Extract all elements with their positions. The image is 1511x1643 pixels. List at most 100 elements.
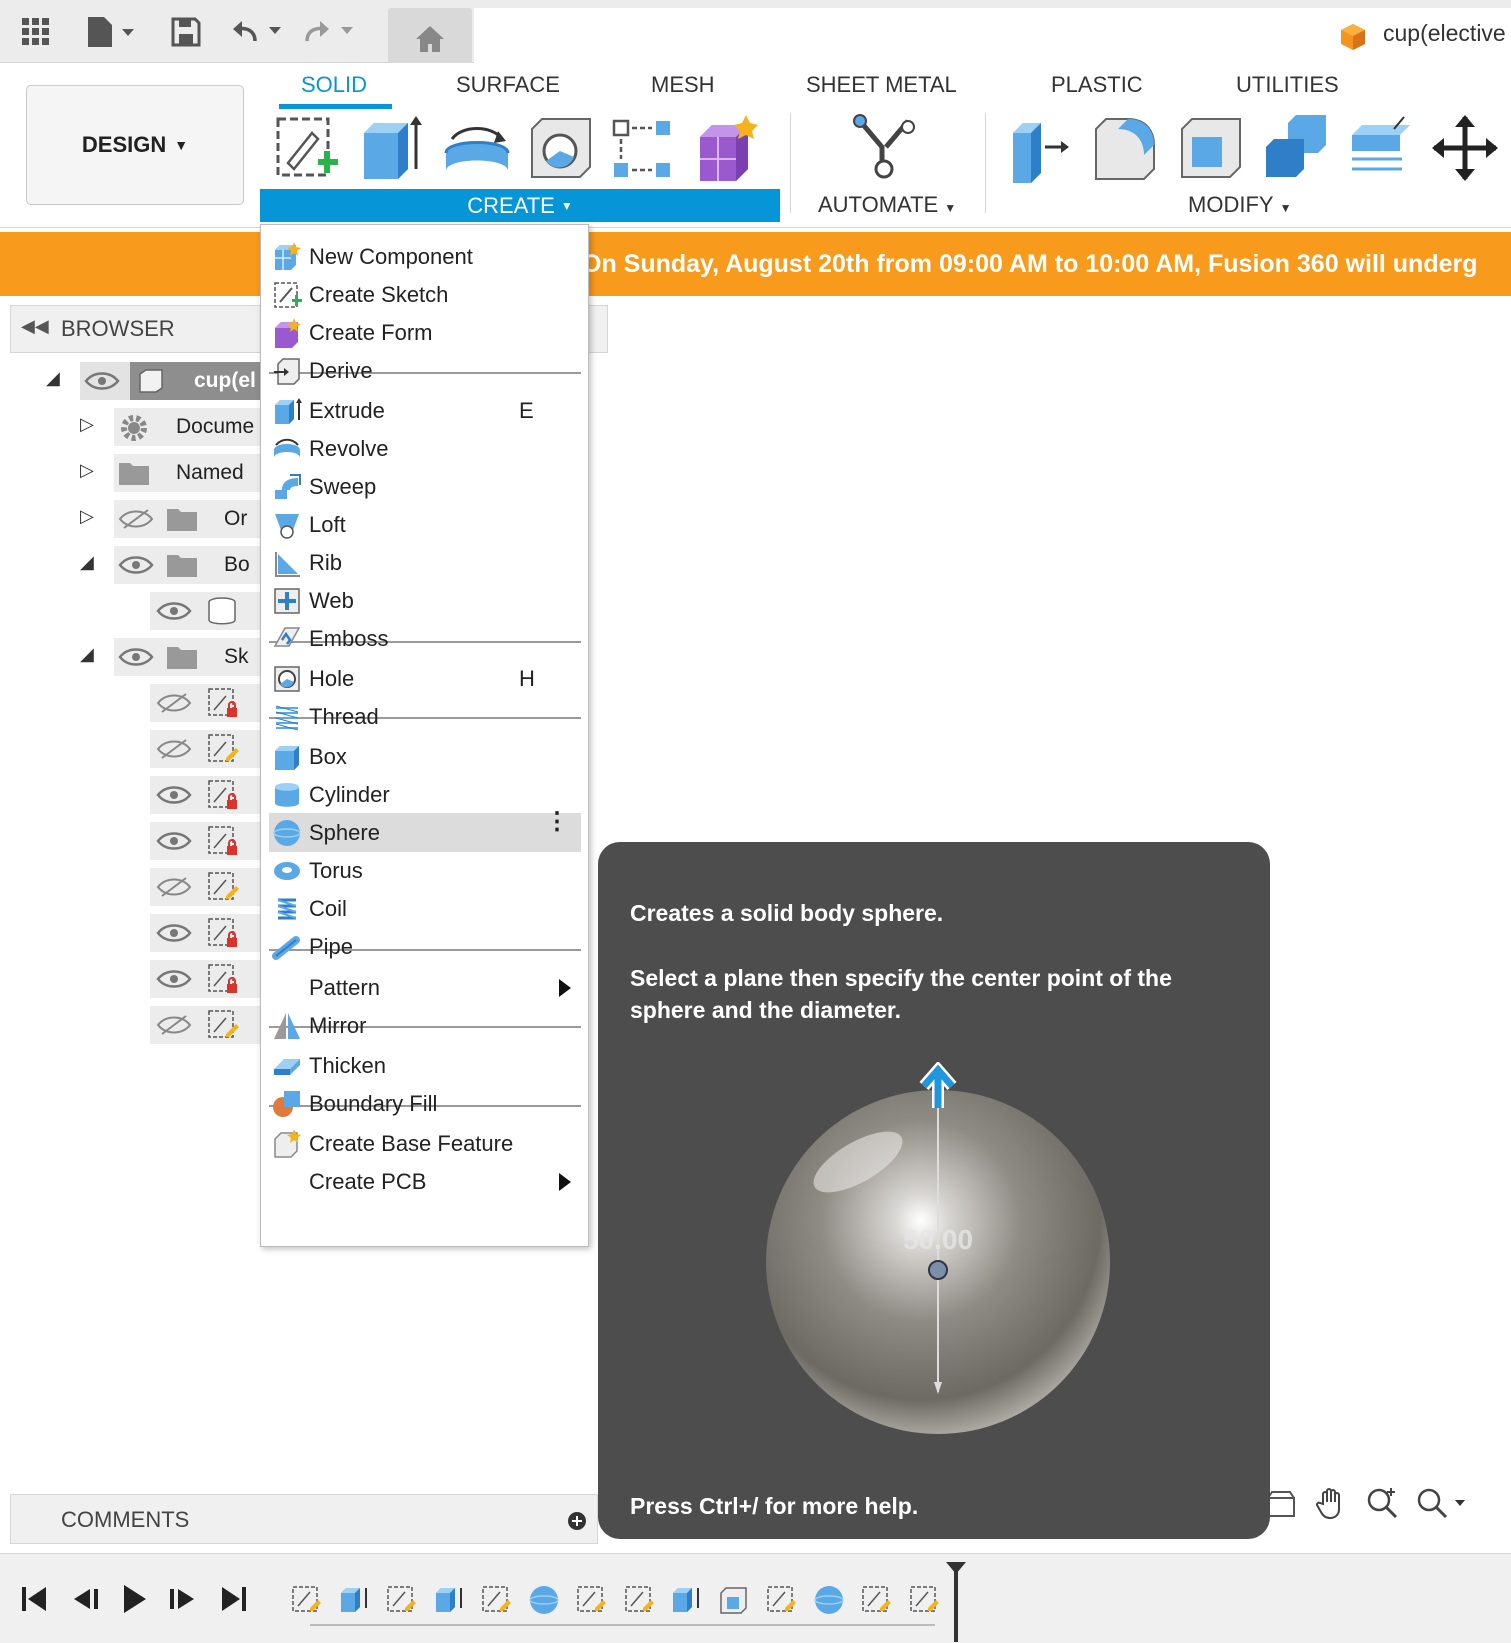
collapsed-triangle-icon[interactable]: ▷ (80, 506, 94, 527)
timeline-extrude-icon[interactable] (338, 1584, 370, 1616)
timeline-sketch-icon[interactable] (480, 1584, 512, 1616)
timeline-sketch-icon[interactable] (385, 1584, 417, 1616)
menu-item-web[interactable]: Web (269, 581, 581, 620)
collapsed-triangle-icon[interactable]: ▷ (80, 414, 94, 435)
tab-surface[interactable]: SURFACE (456, 72, 560, 98)
eye-icon[interactable] (84, 370, 120, 392)
browser-item-named-views[interactable]: ▷ Named (80, 454, 260, 492)
menu-item-sphere[interactable]: Sphere ⋮ (269, 810, 581, 852)
browser-item-body1[interactable] (150, 592, 260, 630)
create-menu-button[interactable]: CREATE ▼ (260, 189, 780, 222)
browser-item-sketch[interactable] (150, 960, 260, 998)
expanded-triangle-icon[interactable]: ◢ (46, 368, 60, 389)
browser-item-origin[interactable]: ▷ Or (80, 500, 260, 538)
timeline-sketch-icon[interactable] (623, 1584, 655, 1616)
comments-panel[interactable]: COMMENTS (10, 1494, 598, 1544)
menu-item-create-form[interactable]: Create Form (269, 313, 581, 352)
menu-item-rib[interactable]: Rib (269, 543, 581, 582)
menu-item-pipe[interactable]: Pipe (269, 927, 581, 966)
timeline-sketch-icon[interactable] (860, 1584, 892, 1616)
timeline-sphere-icon[interactable] (813, 1584, 845, 1616)
press-pull-icon[interactable] (1005, 113, 1075, 183)
menu-item-emboss[interactable]: Emboss (269, 619, 581, 658)
menu-item-thread[interactable]: Thread (269, 697, 581, 736)
timeline-shell-icon[interactable] (718, 1584, 750, 1616)
move-icon[interactable] (1430, 113, 1500, 183)
add-comment-icon[interactable] (567, 1511, 587, 1531)
menu-item-loft[interactable]: Loft (269, 505, 581, 544)
undo-icon[interactable] (228, 12, 288, 52)
timeline-extrude-icon[interactable] (433, 1584, 465, 1616)
skip-to-start-icon[interactable] (20, 1584, 50, 1614)
more-options-icon[interactable]: ⋮ (545, 810, 569, 834)
zoom-window-icon[interactable] (1415, 1486, 1467, 1520)
browser-item-sketch[interactable] (150, 776, 260, 814)
fillet-icon[interactable] (1090, 113, 1160, 183)
pan-hand-icon[interactable] (1315, 1486, 1349, 1520)
workspace-switcher[interactable]: DESIGN ▼ (26, 85, 244, 205)
modify-menu-button[interactable]: MODIFY ▼ (1188, 192, 1291, 218)
menu-item-extrude[interactable]: Extrude E (269, 391, 581, 430)
browser-root-row[interactable]: ◢ cup(el (40, 362, 260, 400)
browser-item-sketch[interactable] (150, 822, 260, 860)
timeline-extrude-icon[interactable] (670, 1584, 702, 1616)
create-form-icon[interactable] (694, 113, 764, 183)
timeline-marker-icon[interactable] (944, 1562, 968, 1642)
eye-icon[interactable] (156, 968, 192, 990)
eye-icon[interactable] (118, 646, 154, 668)
menu-item-mirror[interactable]: Mirror (269, 1006, 581, 1045)
menu-item-pattern[interactable]: Pattern (269, 968, 581, 1007)
eye-hidden-icon[interactable] (156, 1014, 192, 1036)
eye-icon[interactable] (156, 784, 192, 806)
home-tab[interactable] (388, 8, 472, 63)
expanded-triangle-icon[interactable]: ◢ (80, 644, 94, 665)
play-icon[interactable] (120, 1582, 150, 1616)
expanded-triangle-icon[interactable]: ◢ (80, 552, 94, 573)
eye-hidden-icon[interactable] (118, 508, 154, 530)
step-forward-icon[interactable] (168, 1584, 198, 1614)
collapse-panel-icon[interactable]: ◀◀ (21, 316, 49, 337)
menu-item-revolve[interactable]: Revolve (269, 429, 581, 468)
browser-item-sketches[interactable]: ◢ Sk (80, 638, 260, 676)
timeline-sketch-icon[interactable] (290, 1584, 322, 1616)
shell-icon[interactable] (1176, 113, 1246, 183)
pattern-icon[interactable] (610, 113, 680, 183)
browser-item-document-settings[interactable]: ▷ Docume (80, 408, 260, 446)
menu-item-cylinder[interactable]: Cylinder (269, 775, 581, 814)
extrude-icon[interactable] (358, 113, 428, 183)
menu-item-create-pcb[interactable]: Create PCB (269, 1162, 581, 1201)
eye-icon[interactable] (118, 554, 154, 576)
menu-item-box[interactable]: Box (269, 737, 581, 776)
menu-item-coil[interactable]: Coil (269, 889, 581, 928)
tab-mesh[interactable]: MESH (651, 72, 715, 98)
tab-solid[interactable]: SOLID (301, 72, 367, 98)
automate-menu-button[interactable]: AUTOMATE ▼ (818, 192, 956, 218)
skip-to-end-icon[interactable] (218, 1584, 248, 1614)
tab-utilities[interactable]: UTILITIES (1236, 72, 1339, 98)
menu-item-sweep[interactable]: Sweep (269, 467, 581, 506)
save-icon[interactable] (166, 12, 206, 52)
offset-face-icon[interactable] (1346, 113, 1416, 183)
tab-sheet-metal[interactable]: SHEET METAL (806, 72, 957, 98)
redo-icon[interactable] (300, 12, 360, 52)
eye-icon[interactable] (156, 830, 192, 852)
browser-item-sketch[interactable] (150, 914, 260, 952)
eye-hidden-icon[interactable] (156, 692, 192, 714)
combine-icon[interactable] (1262, 113, 1332, 183)
menu-item-torus[interactable]: Torus (269, 851, 581, 890)
browser-item-sketch[interactable] (150, 730, 260, 768)
timeline-sketch-icon[interactable] (765, 1584, 797, 1616)
menu-item-create-base-feature[interactable]: Create Base Feature (269, 1124, 581, 1163)
automate-icon[interactable] (850, 113, 920, 183)
timeline-sphere-icon[interactable] (528, 1584, 560, 1616)
create-sketch-icon[interactable] (272, 113, 342, 183)
browser-item-sketch[interactable] (150, 868, 260, 906)
timeline-sketch-icon[interactable] (908, 1584, 940, 1616)
eye-hidden-icon[interactable] (156, 738, 192, 760)
eye-icon[interactable] (156, 600, 192, 622)
menu-item-boundary-fill[interactable]: Boundary Fill (269, 1084, 581, 1123)
app-grid-icon[interactable] (16, 12, 56, 52)
menu-item-new-component[interactable]: New Component (269, 237, 581, 276)
eye-hidden-icon[interactable] (156, 876, 192, 898)
eye-icon[interactable] (156, 922, 192, 944)
